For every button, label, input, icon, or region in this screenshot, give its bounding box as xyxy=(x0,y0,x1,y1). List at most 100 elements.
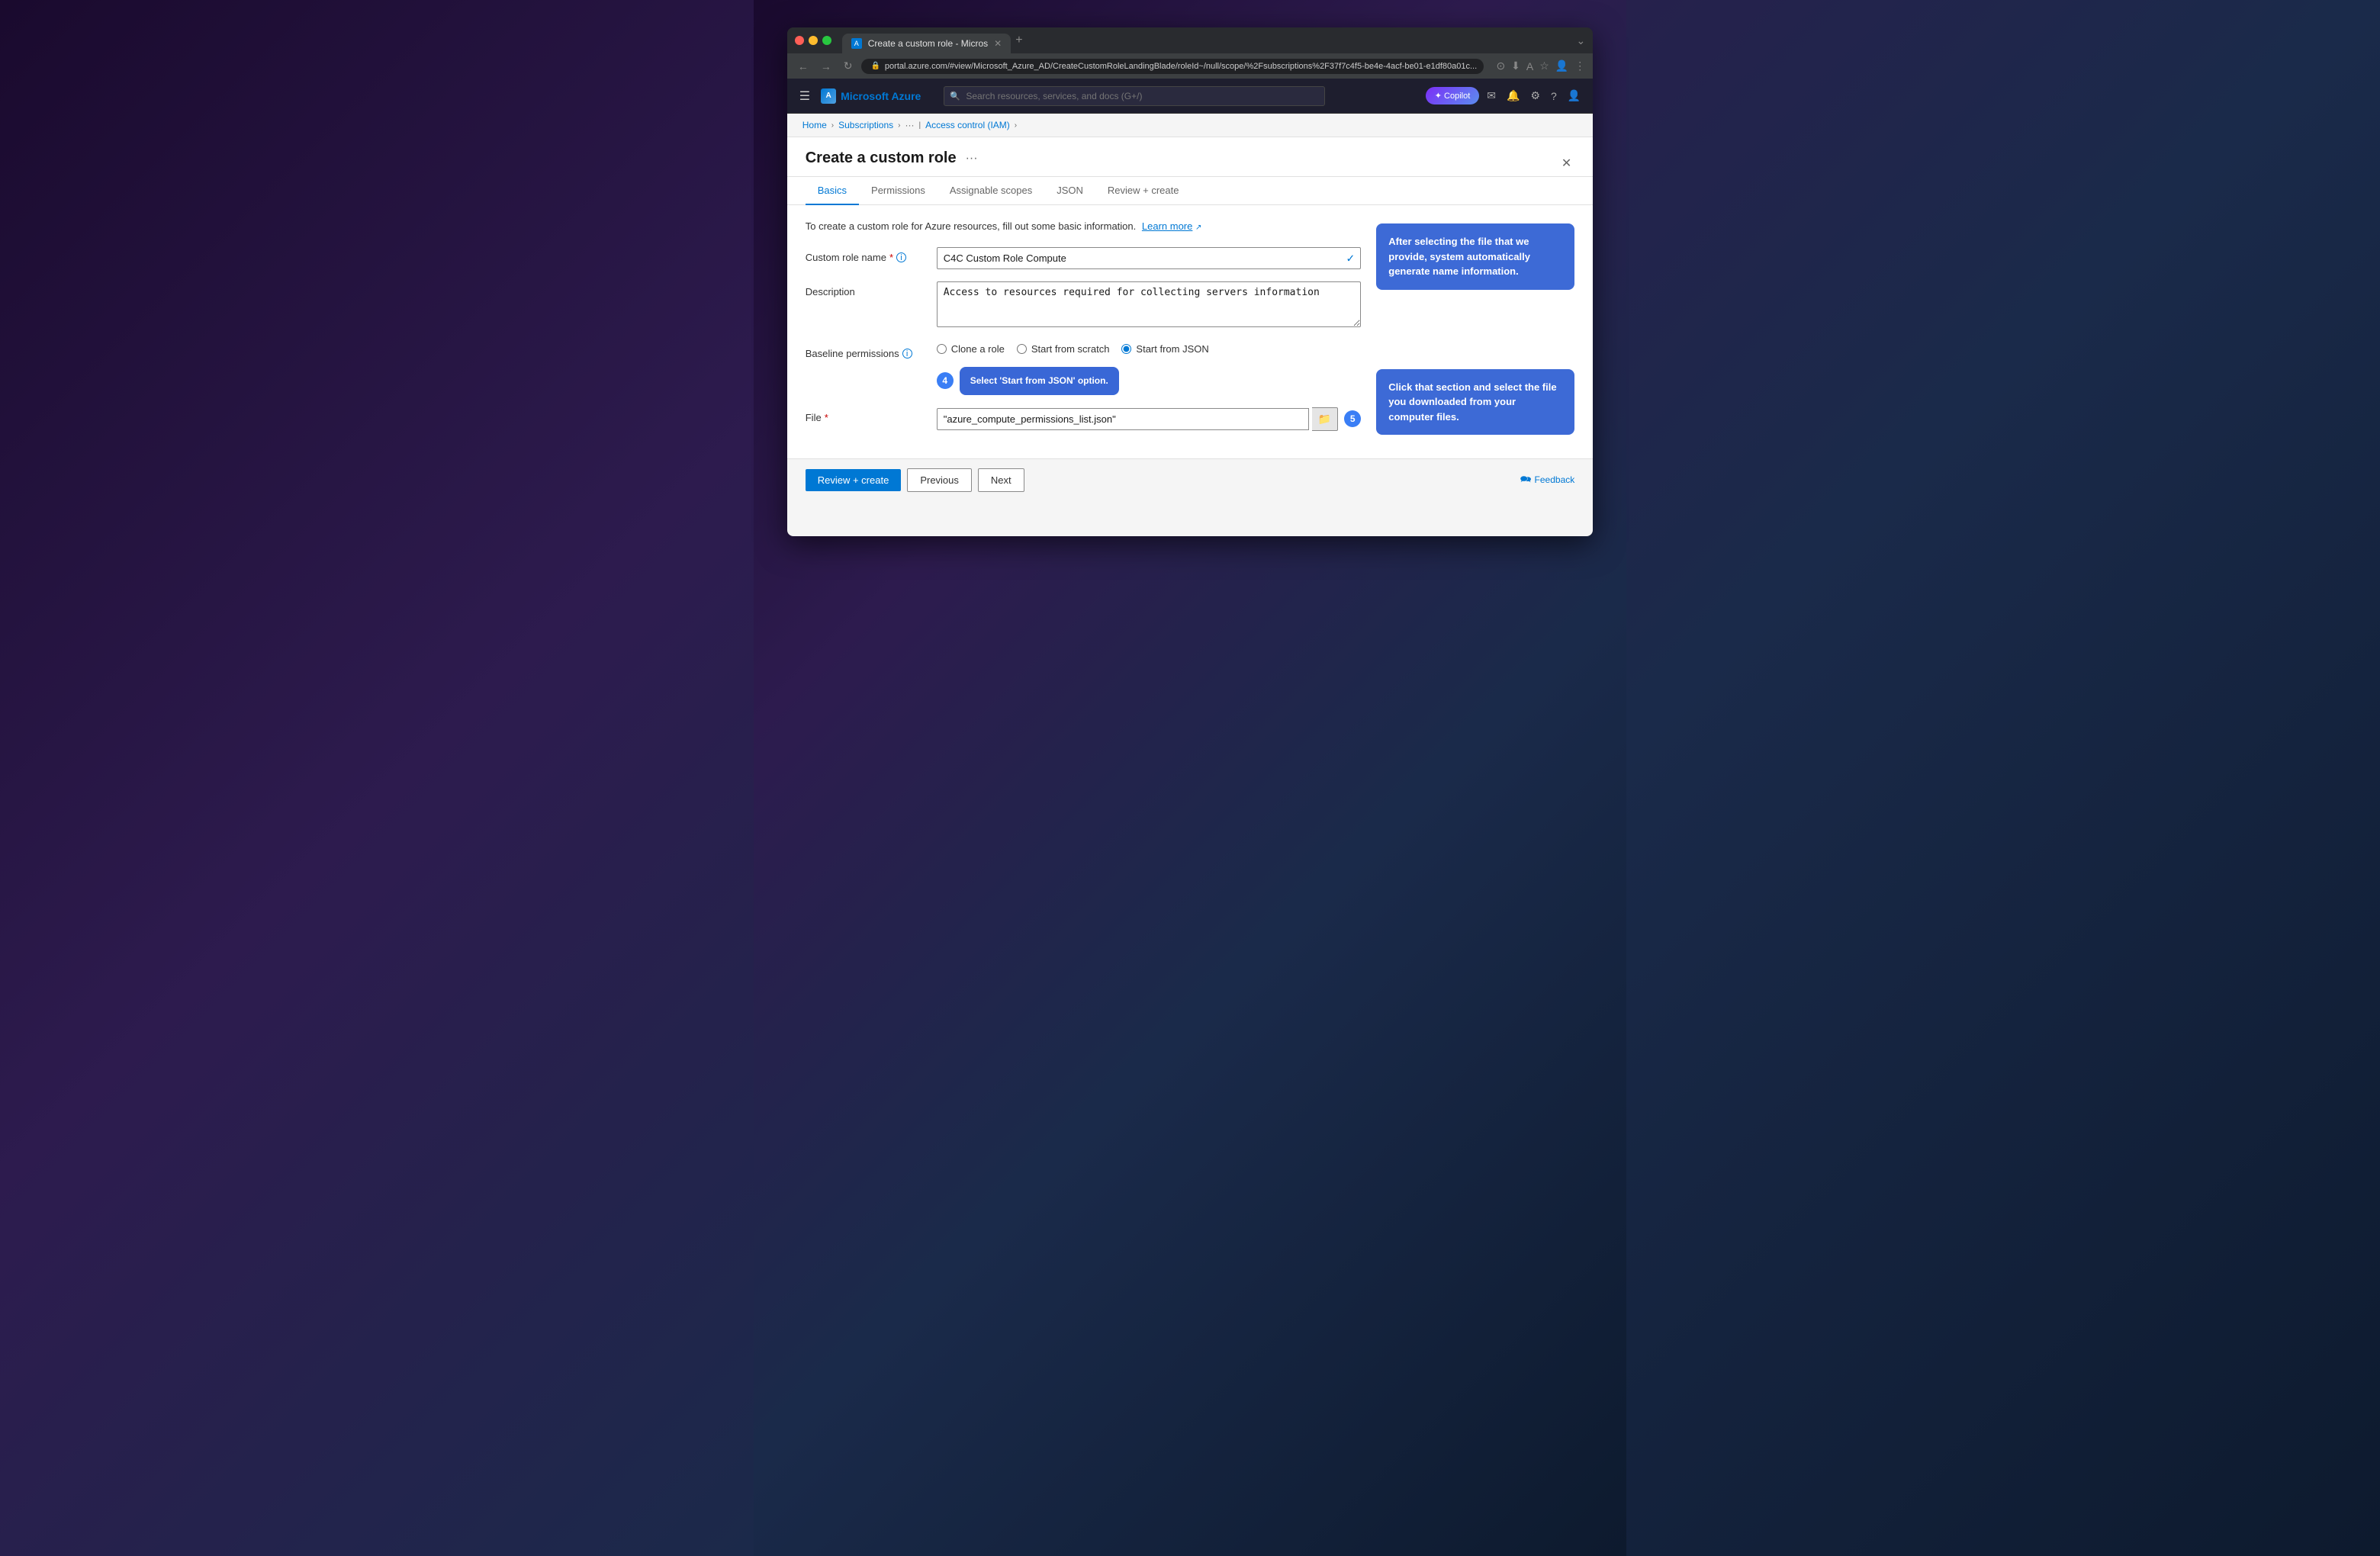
notifications-bell-btn[interactable]: 🔔 xyxy=(1504,86,1523,105)
reader-mode-btn[interactable]: ⊙ xyxy=(1496,59,1505,72)
breadcrumb-home[interactable]: Home xyxy=(802,120,827,130)
required-indicator-name: * xyxy=(889,252,893,263)
radio-clone-label: Clone a role xyxy=(951,343,1005,355)
tab-permissions[interactable]: Permissions xyxy=(859,177,938,205)
browser-actions: ⊙ ⬇ A ☆ 👤 ⋮ xyxy=(1496,59,1585,72)
baseline-label: Baseline permissions i xyxy=(806,343,928,359)
form-area: To create a custom role for Azure resour… xyxy=(787,205,1594,458)
breadcrumb-sep-3: | xyxy=(918,121,921,130)
page-wrapper: A Create a custom role - Micros ✕ + ⌄ ← … xyxy=(754,0,1626,1556)
copilot-btn[interactable]: ✦ Copilot xyxy=(1426,87,1480,104)
radio-json[interactable]: Start from JSON xyxy=(1121,343,1208,355)
breadcrumb-sub-name: ··· xyxy=(905,120,914,130)
form-intro-text: To create a custom role for Azure resour… xyxy=(806,220,1362,232)
feedback-topbar-btn[interactable]: 👤 xyxy=(1565,86,1584,105)
previous-btn[interactable]: Previous xyxy=(907,468,972,492)
label-text-file: File xyxy=(806,412,822,423)
panel-header: Create a custom role ··· ✕ xyxy=(787,137,1594,177)
tab-json[interactable]: JSON xyxy=(1044,177,1095,205)
label-text-name: Custom role name xyxy=(806,252,886,263)
tab-basics[interactable]: Basics xyxy=(806,177,859,205)
file-browse-btn[interactable]: 📁 xyxy=(1312,407,1338,431)
learn-more-link[interactable]: Learn more xyxy=(1142,220,1192,232)
address-bar: ← → ↻ 🔒 portal.azure.com/#view/Microsoft… xyxy=(787,53,1594,79)
extensions-btn[interactable]: ⋮ xyxy=(1574,59,1585,72)
breadcrumb: Home › Subscriptions › ··· | Access cont… xyxy=(787,114,1594,137)
tab-bar: A Create a custom role - Micros ✕ + ⌄ xyxy=(787,27,1594,53)
baseline-info-icon[interactable]: i xyxy=(902,349,912,358)
panel-title-row: Create a custom role ··· xyxy=(806,149,1558,167)
close-window-btn[interactable] xyxy=(795,36,804,45)
tab-close-btn[interactable]: ✕ xyxy=(994,38,1002,49)
file-browse-icon: 📁 xyxy=(1318,413,1331,426)
forward-btn[interactable]: → xyxy=(818,59,835,74)
breadcrumb-sep-4: › xyxy=(1015,121,1017,130)
form-row-name: Custom role name * i ✓ xyxy=(806,247,1362,269)
feedback-link[interactable]: 🗪 Feedback xyxy=(1520,472,1575,488)
breadcrumb-iam[interactable]: Access control (IAM) xyxy=(925,120,1010,130)
radio-clone[interactable]: Clone a role xyxy=(937,343,1005,355)
radio-scratch-input[interactable] xyxy=(1017,344,1027,354)
form-row-description: Description xyxy=(806,281,1362,331)
feedback-icon: 🗪 xyxy=(1520,472,1532,488)
tab-review-create[interactable]: Review + create xyxy=(1095,177,1192,205)
azure-logo: A Microsoft Azure xyxy=(821,88,921,104)
feedback-label: Feedback xyxy=(1535,474,1575,485)
radio-clone-input[interactable] xyxy=(937,344,947,354)
panel-more-btn[interactable]: ··· xyxy=(966,152,978,166)
file-input-wrap: 📁 5 xyxy=(937,407,1362,431)
azure-logo-icon: A xyxy=(821,88,836,104)
tab-navigation: Basics Permissions Assignable scopes JSO… xyxy=(787,177,1594,205)
page-title: Create a custom role xyxy=(806,149,957,167)
name-info-icon[interactable]: i xyxy=(896,252,906,262)
tab-favicon-icon: A xyxy=(851,38,862,49)
radio-scratch-label: Start from scratch xyxy=(1031,343,1110,355)
settings-btn[interactable]: ⚙ xyxy=(1527,86,1543,105)
main-panel: Create a custom role ··· ✕ Basics Permis… xyxy=(787,137,1594,501)
download-btn[interactable]: ⬇ xyxy=(1511,59,1520,72)
url-field[interactable]: 🔒 portal.azure.com/#view/Microsoft_Azure… xyxy=(861,59,1484,74)
callout-box-2: Click that section and select the file y… xyxy=(1376,369,1574,436)
next-btn[interactable]: Next xyxy=(978,468,1024,492)
tab-menu-btn[interactable]: ⌄ xyxy=(1577,34,1586,53)
minimize-window-btn[interactable] xyxy=(809,36,818,45)
azure-search: 🔍 xyxy=(944,86,1325,106)
description-label: Description xyxy=(806,281,928,297)
maximize-window-btn[interactable] xyxy=(822,36,831,45)
file-label: File * xyxy=(806,407,928,423)
browser-window: A Create a custom role - Micros ✕ + ⌄ ← … xyxy=(787,27,1594,536)
refresh-btn[interactable]: ↻ xyxy=(841,58,856,74)
new-tab-btn[interactable]: + xyxy=(1015,34,1022,53)
callout-spacer xyxy=(1376,299,1574,360)
url-text: portal.azure.com/#view/Microsoft_Azure_A… xyxy=(885,62,1477,71)
profile-btn[interactable]: 👤 xyxy=(1555,59,1568,72)
description-textarea[interactable] xyxy=(937,281,1362,327)
bottom-bar: Review + create Previous Next 🗪 Feedback xyxy=(787,458,1594,501)
form-row-baseline: Baseline permissions i Clone a role xyxy=(806,343,1362,395)
radio-json-label: Start from JSON xyxy=(1136,343,1208,355)
tab-assignable-scopes[interactable]: Assignable scopes xyxy=(938,177,1044,205)
search-input[interactable] xyxy=(944,86,1325,106)
label-text-desc: Description xyxy=(806,286,855,297)
azure-content: ☰ A Microsoft Azure 🔍 ✦ Copilot ✉ xyxy=(787,79,1594,536)
form-intro-main: To create a custom role for Azure resour… xyxy=(806,220,1137,232)
file-input[interactable] xyxy=(937,408,1309,430)
radio-scratch[interactable]: Start from scratch xyxy=(1017,343,1110,355)
back-btn[interactable]: ← xyxy=(795,59,812,74)
translate-btn[interactable]: A xyxy=(1526,60,1533,72)
step4-annotation: 4 Select 'Start from JSON' option. xyxy=(937,367,1119,395)
bookmark-btn[interactable]: ☆ xyxy=(1539,59,1549,72)
panel-close-btn[interactable]: ✕ xyxy=(1558,153,1574,174)
custom-role-name-input[interactable] xyxy=(937,247,1362,269)
window-controls xyxy=(795,36,831,51)
review-create-btn[interactable]: Review + create xyxy=(806,469,902,491)
active-tab[interactable]: A Create a custom role - Micros ✕ xyxy=(842,34,1011,53)
tab-title: Create a custom role - Micros xyxy=(868,38,988,49)
azure-logo-text: Microsoft Azure xyxy=(841,90,921,102)
hamburger-menu-btn[interactable]: ☰ xyxy=(796,85,813,107)
notifications-email-btn[interactable]: ✉ xyxy=(1484,86,1499,105)
name-input-wrap: ✓ xyxy=(937,247,1362,269)
help-btn[interactable]: ? xyxy=(1548,87,1560,105)
radio-json-input[interactable] xyxy=(1121,344,1131,354)
breadcrumb-subscriptions[interactable]: Subscriptions xyxy=(838,120,893,130)
